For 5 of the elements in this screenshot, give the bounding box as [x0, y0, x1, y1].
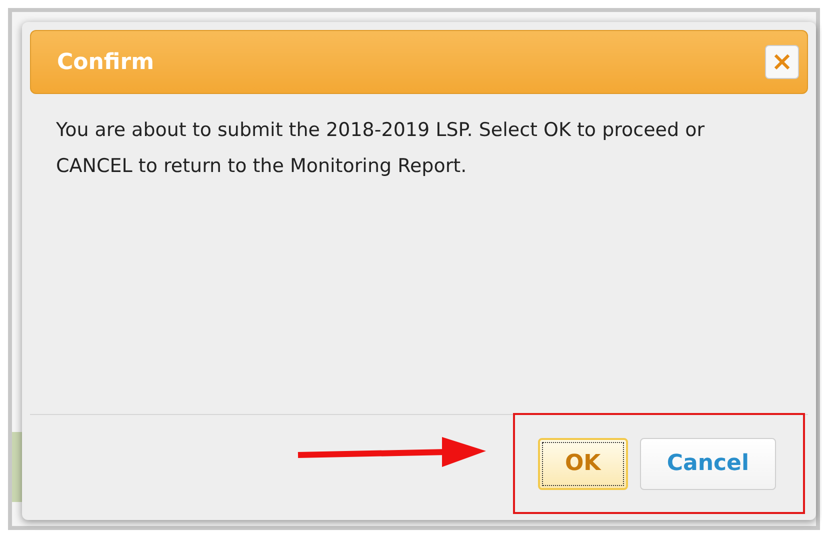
dialog-button[interactable]: OK — [538, 438, 628, 490]
dialog-message: You are about to submit the 2018-2019 LSP. Select OK to proceed or CANCEL to return to the Monitoring Report. — [56, 118, 706, 179]
dialog-title: Confirm — [57, 48, 154, 76]
dialog-button[interactable]: Cancel — [640, 438, 776, 490]
close-button[interactable]: × — [765, 45, 799, 79]
